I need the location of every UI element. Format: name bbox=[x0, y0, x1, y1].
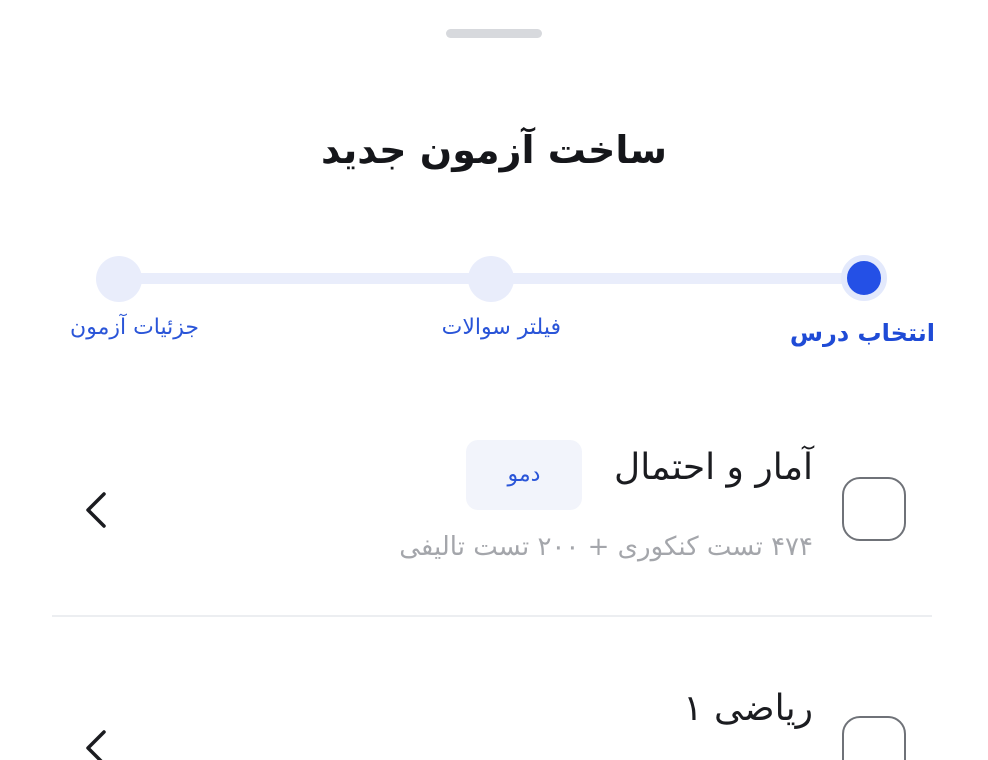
drag-handle[interactable] bbox=[446, 29, 542, 38]
bottom-sheet: ساخت آزمون جدید انتخاب درس فیلتر سوالات … bbox=[0, 0, 988, 760]
step-label-filter-questions[interactable]: فیلتر سوالات bbox=[442, 311, 561, 345]
demo-badge: دمو bbox=[466, 440, 582, 510]
course-name: ریاضی ۱ bbox=[683, 688, 813, 729]
step-indicator-exam-details[interactable] bbox=[96, 256, 142, 302]
course-checkbox[interactable] bbox=[842, 716, 906, 760]
step-label-select-course[interactable]: انتخاب درس bbox=[790, 316, 935, 350]
list-divider bbox=[52, 615, 932, 617]
course-name: آمار و احتمال bbox=[614, 447, 813, 488]
course-question-count: ۴۷۴ تست کنکوری + ۲۰۰ تست تالیفی bbox=[399, 532, 813, 562]
chevron-left-icon[interactable] bbox=[78, 728, 118, 760]
step-indicator-select-course[interactable] bbox=[841, 255, 887, 301]
sheet-title: ساخت آزمون جدید bbox=[321, 128, 667, 172]
chevron-left-icon[interactable] bbox=[78, 490, 118, 530]
course-checkbox[interactable] bbox=[842, 477, 906, 541]
step-indicator-filter-questions[interactable] bbox=[468, 256, 514, 302]
step-label-exam-details[interactable]: جزئیات آزمون bbox=[70, 311, 199, 345]
